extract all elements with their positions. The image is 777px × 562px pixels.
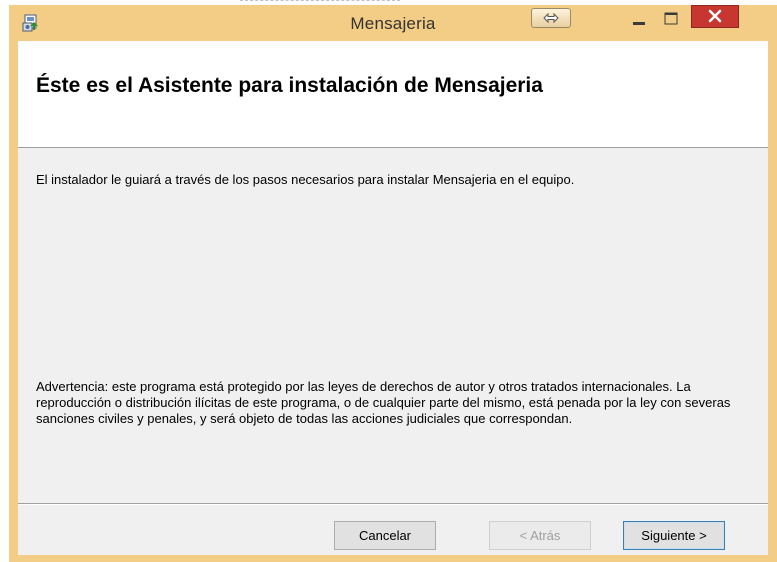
close-button[interactable] [691, 5, 739, 28]
back-button[interactable]: < Atrás [489, 521, 591, 550]
resize-arrows-button[interactable] [531, 8, 571, 28]
maximize-button[interactable] [658, 9, 684, 29]
footer-divider [18, 503, 768, 505]
screen: Mensajeria Éste es el Asistente para ins… [0, 0, 777, 562]
minimize-icon [633, 22, 645, 25]
page-title: Éste es el Asistente para instalación de… [36, 74, 543, 97]
installer-window: Mensajeria Éste es el Asistente para ins… [9, 5, 777, 562]
maximize-icon [664, 12, 678, 25]
minimize-button[interactable] [626, 9, 652, 29]
title-bar[interactable]: Mensajeria [9, 5, 777, 41]
copyright-warning: Advertencia: este programa está protegid… [36, 379, 731, 426]
close-icon [708, 9, 722, 23]
next-button[interactable]: Siguiente > [623, 521, 725, 550]
cancel-button[interactable]: Cancelar [334, 521, 436, 550]
wizard-header: Éste es el Asistente para instalación de… [18, 41, 768, 148]
resize-arrows-icon [543, 12, 559, 24]
intro-text: El instalador le guiará a través de los … [36, 172, 575, 187]
background-window-edge [0, 0, 9, 562]
wizard-content: Éste es el Asistente para instalación de… [18, 41, 768, 555]
